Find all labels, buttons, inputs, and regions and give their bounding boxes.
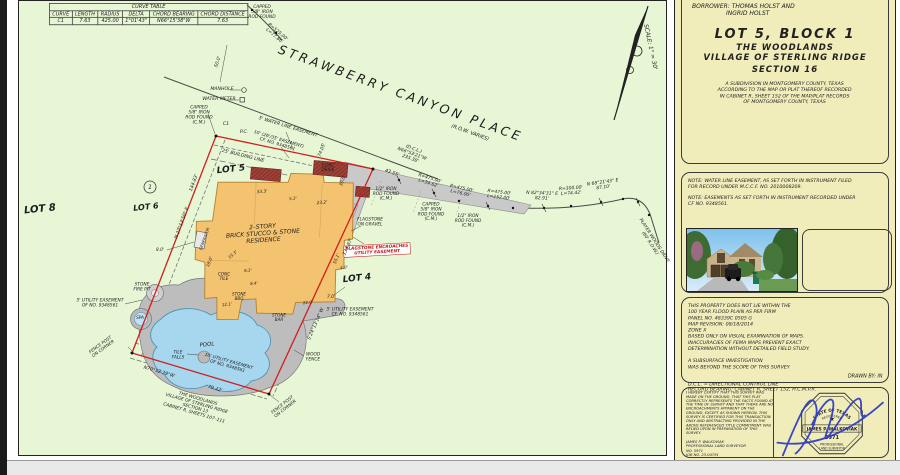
curve-table-header: CHORD DISTANCE — [198, 10, 248, 17]
subdivision-recording-note: A SUBDIVISION IN MONTGOMERY COUNTY, TEXA… — [686, 81, 883, 105]
surveyor-block: JAMES P. WALKOVIAKPROFESSIONAL LAND SURV… — [686, 440, 773, 457]
drawn-by: DRAWN BY: IN — [848, 373, 883, 379]
subsurface-note: A SUBSURFACE INVESTIGATION WAS BEYOND TH… — [688, 358, 888, 370]
village-name: VILLAGE OF STERLING RIDGE — [682, 53, 888, 63]
curve-table-header: DELTA — [122, 10, 149, 17]
plat-sheet: CURVE TABLECURVELENGTHRADIUSDELTACHORD B… — [18, 0, 667, 456]
notes-box: NOTE: WATER LINE EASEMENT, AS SET FORTH … — [681, 172, 889, 293]
driveway — [324, 162, 531, 236]
curve-table-cell: N66°15'38"W — [150, 17, 198, 24]
window-left-edge — [0, 0, 7, 475]
curve-table-cell: 425.00 — [98, 17, 122, 24]
curve-table-title: CURVE TABLE — [49, 3, 247, 10]
address-line: SPRING, TEXAS 77382 — [692, 0, 759, 1]
survey-plat-page: CURVE TABLECURVELENGTHRADIUSDELTACHORD B… — [0, 0, 900, 475]
secondary-photo-box — [802, 229, 892, 291]
pool — [151, 309, 271, 392]
water-line-note: NOTE: WATER LINE EASEMENT, AS SET FORTH … — [688, 178, 888, 190]
subdivision-name: THE WOODLANDS — [682, 43, 888, 53]
surveyor-seal: STATE OF TEXAS REGISTERED ★ JAMES P. WAL… — [774, 388, 890, 459]
house-photo — [686, 228, 798, 292]
curve-table-header: CHORD BEARING — [150, 10, 198, 17]
lawn — [759, 279, 797, 291]
tile-falls — [198, 351, 210, 363]
flood-box: THIS PROPERTY DOES NOT LIE WITHIN THE100… — [681, 297, 889, 383]
curve-table-header: RADIUS — [98, 10, 122, 17]
title-box: SPRING, TEXAS 77382 BORROWER: THOMAS HOL… — [681, 0, 889, 164]
water-meter-symbol — [240, 98, 245, 103]
crape-myrtle — [691, 241, 703, 261]
lot-title: LOT 5, BLOCK 1 — [682, 27, 888, 42]
certification-paragraph: I HEREBY CERTIFY THAT THIS SURVEY WAS MA… — [686, 391, 773, 436]
curve-table-cell: 7.63 — [72, 17, 98, 24]
flood-statement: THIS PROPERTY DOES NOT LIE WITHIN THE100… — [688, 303, 888, 352]
borrower-line: INGRID HOLST — [726, 10, 769, 17]
curve-table-header: CURVE — [49, 10, 72, 17]
brick-stoop — [250, 167, 281, 182]
title-panel: SPRING, TEXAS 77382 BORROWER: THOMAS HOL… — [674, 0, 896, 461]
certification-text-cell: I HEREBY CERTIFY THAT THIS SURVEY WAS MA… — [682, 388, 774, 457]
easements-note: NOTE: EASEMENTS AS SET FORTH IN INSTRUME… — [688, 195, 888, 207]
north-arrow — [614, 6, 648, 120]
certification-box: I HEREBY CERTIFY THAT THIS SURVEY WAS MA… — [681, 387, 889, 458]
curve-table-cell: C1 — [49, 17, 72, 24]
seal-land-surveyor: LAND SURVEYOR — [819, 446, 846, 450]
curve-table-cell: 1°01'43" — [122, 17, 149, 24]
plat-drawing — [19, 1, 668, 457]
window-bottom-bar[interactable] — [7, 460, 900, 475]
seal-cell: STATE OF TEXAS REGISTERED ★ JAMES P. WAL… — [774, 388, 890, 457]
borrower-line: BORROWER: THOMAS HOLST AND — [692, 3, 795, 10]
garage-door — [711, 265, 720, 277]
curve-table-header: LENGTH — [72, 10, 98, 17]
curve-table: CURVE TABLECURVELENGTHRADIUSDELTACHORD B… — [49, 3, 248, 25]
section-name: SECTION 16 — [682, 65, 888, 75]
curve-table-cell: 7.63 — [198, 17, 248, 24]
house-photo-image — [687, 229, 797, 291]
manhole-symbol — [242, 88, 247, 93]
